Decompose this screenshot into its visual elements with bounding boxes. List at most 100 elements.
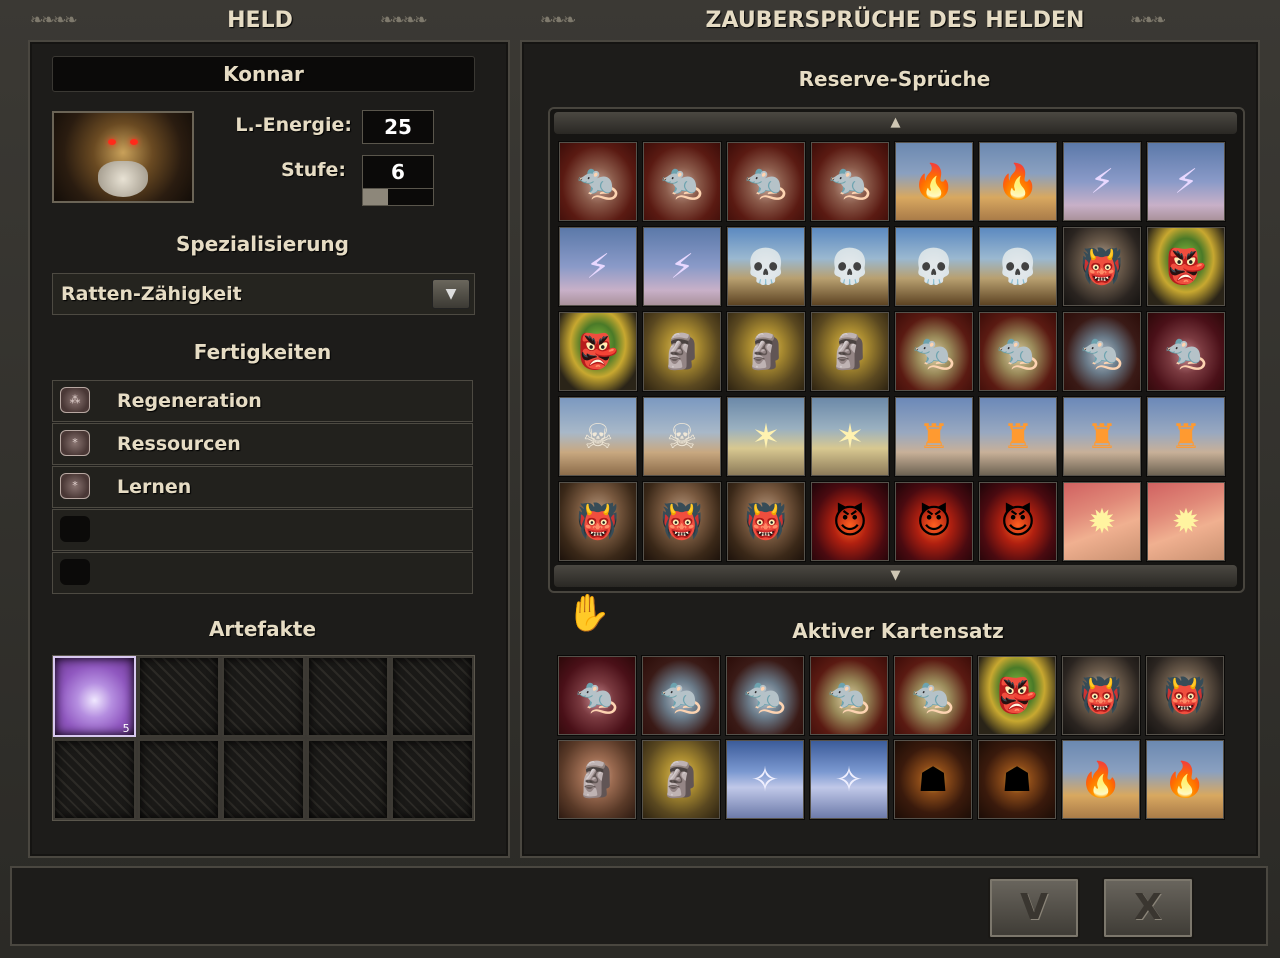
spell-card-golem-red[interactable]: 🗿 <box>557 739 637 820</box>
spell-card-goblin[interactable]: 👺 <box>558 311 638 392</box>
rat-blue-icon: 🐀 <box>659 675 703 716</box>
spell-card-skull-warrior[interactable]: 💀 <box>894 226 974 307</box>
spell-card-skull-warrior[interactable]: 💀 <box>978 226 1058 307</box>
spell-card-rat-blue[interactable]: 🐀 <box>1062 311 1142 392</box>
spell-card-fire-tower[interactable]: ♜ <box>1146 396 1226 477</box>
spell-card-goblin[interactable]: 👺 <box>977 655 1057 736</box>
lightning-icon: ⚡ <box>1090 161 1114 202</box>
artifact-slot-empty[interactable] <box>306 739 390 820</box>
spell-card-fire-tower[interactable]: ♜ <box>978 396 1058 477</box>
spell-card-skeletons[interactable]: ☠ <box>642 396 722 477</box>
spell-card-rat-yellow[interactable]: 🐀 <box>809 655 889 736</box>
cancel-button[interactable]: X <box>1102 877 1194 939</box>
spell-card-lava-demon[interactable]: 😈 <box>894 481 974 562</box>
spell-card-lightning[interactable]: ⚡ <box>1062 141 1142 222</box>
spell-card-orc[interactable]: 👹 <box>726 481 806 562</box>
spell-card-troll[interactable]: 👹 <box>1145 655 1225 736</box>
spell-card-golem[interactable]: 🗿 <box>642 311 722 392</box>
hero-portrait <box>52 111 194 203</box>
spell-card-swarm[interactable]: ✶ <box>810 396 890 477</box>
spell-card-golem[interactable]: 🗿 <box>810 311 890 392</box>
spell-card-lightning[interactable]: ⚡ <box>1146 141 1226 222</box>
spell-card-skull-warrior[interactable]: 💀 <box>726 226 806 307</box>
specialization-value: Ratten-Zähigkeit <box>61 283 242 305</box>
spell-card-rat-blue[interactable]: 🐀 <box>725 655 805 736</box>
spell-card-hooded[interactable]: ☗ <box>893 739 973 820</box>
spell-card-fire-tower[interactable]: ♜ <box>894 396 974 477</box>
scroll-up-button[interactable]: ▲ <box>554 112 1237 134</box>
spell-card-hooded[interactable]: ☗ <box>977 739 1057 820</box>
spell-card-goblin[interactable]: 👺 <box>1146 226 1226 307</box>
spell-card-rat-red[interactable]: 🐀 <box>557 655 637 736</box>
skill-slot-empty[interactable] <box>52 509 473 551</box>
spell-card-swarm[interactable]: ✶ <box>726 396 806 477</box>
spell-card-red-beam[interactable]: ✹ <box>1062 481 1142 562</box>
artifact-slot-empty[interactable] <box>53 739 136 820</box>
spell-card-rat[interactable]: 🐀 <box>810 141 890 222</box>
rat-yellow-icon: 🐀 <box>912 331 956 372</box>
spell-card-fire[interactable]: 🔥 <box>1145 739 1225 820</box>
skill-slot-empty[interactable] <box>52 552 473 594</box>
spell-card-fire[interactable]: 🔥 <box>1061 739 1141 820</box>
spell-card-golem[interactable]: 🗿 <box>726 311 806 392</box>
spell-card-skeletons[interactable]: ☠ <box>558 396 638 477</box>
skill-label: Regeneration <box>117 390 262 412</box>
ornament-mid-right: ❧❧❧ <box>540 10 576 29</box>
amulet-artifact-slot[interactable]: 5 <box>53 656 136 737</box>
rat-yellow-icon: 🐀 <box>827 675 871 716</box>
artifact-slot-empty[interactable] <box>137 739 221 820</box>
spell-card-rat[interactable]: 🐀 <box>642 141 722 222</box>
confirm-button[interactable]: V <box>988 877 1080 939</box>
spell-card-orc[interactable]: 👹 <box>558 481 638 562</box>
skill-slot-lernen[interactable]: * Lernen <box>52 466 473 508</box>
spell-card-spirit[interactable]: ✧ <box>725 739 805 820</box>
artifact-slot-empty[interactable] <box>391 656 474 737</box>
artifact-slot-empty[interactable] <box>391 739 474 820</box>
troll-icon: 👹 <box>1163 675 1207 716</box>
rat-red-icon: 🐀 <box>1164 331 1208 372</box>
reserve-title: Reserve-Sprüche <box>798 67 991 91</box>
spell-card-fire[interactable]: 🔥 <box>894 141 974 222</box>
skills-title: Fertigkeiten <box>193 340 332 364</box>
spell-card-lightning[interactable]: ⚡ <box>642 226 722 307</box>
spell-card-orc[interactable]: 👹 <box>642 481 722 562</box>
active-deck-grid: 🐀 🐀 🐀 🐀 🐀 👺 👹 👹 🗿 🗿 ✧ ✧ ☗ ☗ 🔥 🔥 <box>557 655 1225 820</box>
spell-card-spirit[interactable]: ✧ <box>809 739 889 820</box>
spell-card-golem[interactable]: 🗿 <box>641 739 721 820</box>
spell-card-rat-red[interactable]: 🐀 <box>1146 311 1226 392</box>
artifact-slot-empty[interactable] <box>222 739 305 820</box>
spell-card-rat-yellow[interactable]: 🐀 <box>893 655 973 736</box>
spell-card-rat[interactable]: 🐀 <box>558 141 638 222</box>
ornament-right: ❧❧❧ <box>1130 10 1166 29</box>
golem-icon: 🗿 <box>660 331 704 372</box>
spell-card-lava-demon[interactable]: 😈 <box>810 481 890 562</box>
artifact-slot-empty[interactable] <box>306 656 390 737</box>
artifact-slot-empty[interactable] <box>222 656 305 737</box>
spirit-icon: ✧ <box>834 759 864 800</box>
spell-card-rat[interactable]: 🐀 <box>726 141 806 222</box>
spell-card-lava-demon[interactable]: 😈 <box>978 481 1058 562</box>
spell-card-troll[interactable]: 👹 <box>1061 655 1141 736</box>
skill-slot-ressourcen[interactable]: * Ressourcen <box>52 423 473 465</box>
artifact-slot-empty[interactable] <box>137 656 221 737</box>
specialization-dropdown[interactable]: Ratten-Zähigkeit ▼ <box>52 273 475 315</box>
orc-icon: 👹 <box>660 501 704 542</box>
spell-card-rat-yellow[interactable]: 🐀 <box>978 311 1058 392</box>
empty-skill-icon <box>60 559 90 585</box>
skill-rank-icon: ⁂ <box>60 387 90 413</box>
spell-card-troll[interactable]: 👹 <box>1062 226 1142 307</box>
spell-card-rat-blue[interactable]: 🐀 <box>641 655 721 736</box>
scroll-down-button[interactable]: ▼ <box>554 565 1237 587</box>
spell-card-red-beam[interactable]: ✹ <box>1146 481 1226 562</box>
fire-tower-icon: ♜ <box>1086 416 1118 457</box>
spell-card-rat-yellow[interactable]: 🐀 <box>894 311 974 392</box>
spell-card-skull-warrior[interactable]: 💀 <box>810 226 890 307</box>
lightning-icon: ⚡ <box>586 246 610 287</box>
spell-card-fire[interactable]: 🔥 <box>978 141 1058 222</box>
chevron-down-icon[interactable]: ▼ <box>432 279 470 309</box>
rat-icon: 🐀 <box>744 161 788 202</box>
spell-card-fire-tower[interactable]: ♜ <box>1062 396 1142 477</box>
spell-card-lightning[interactable]: ⚡ <box>558 226 638 307</box>
spirit-icon: ✧ <box>750 759 780 800</box>
skill-slot-regeneration[interactable]: ⁂ Regeneration <box>52 380 473 422</box>
